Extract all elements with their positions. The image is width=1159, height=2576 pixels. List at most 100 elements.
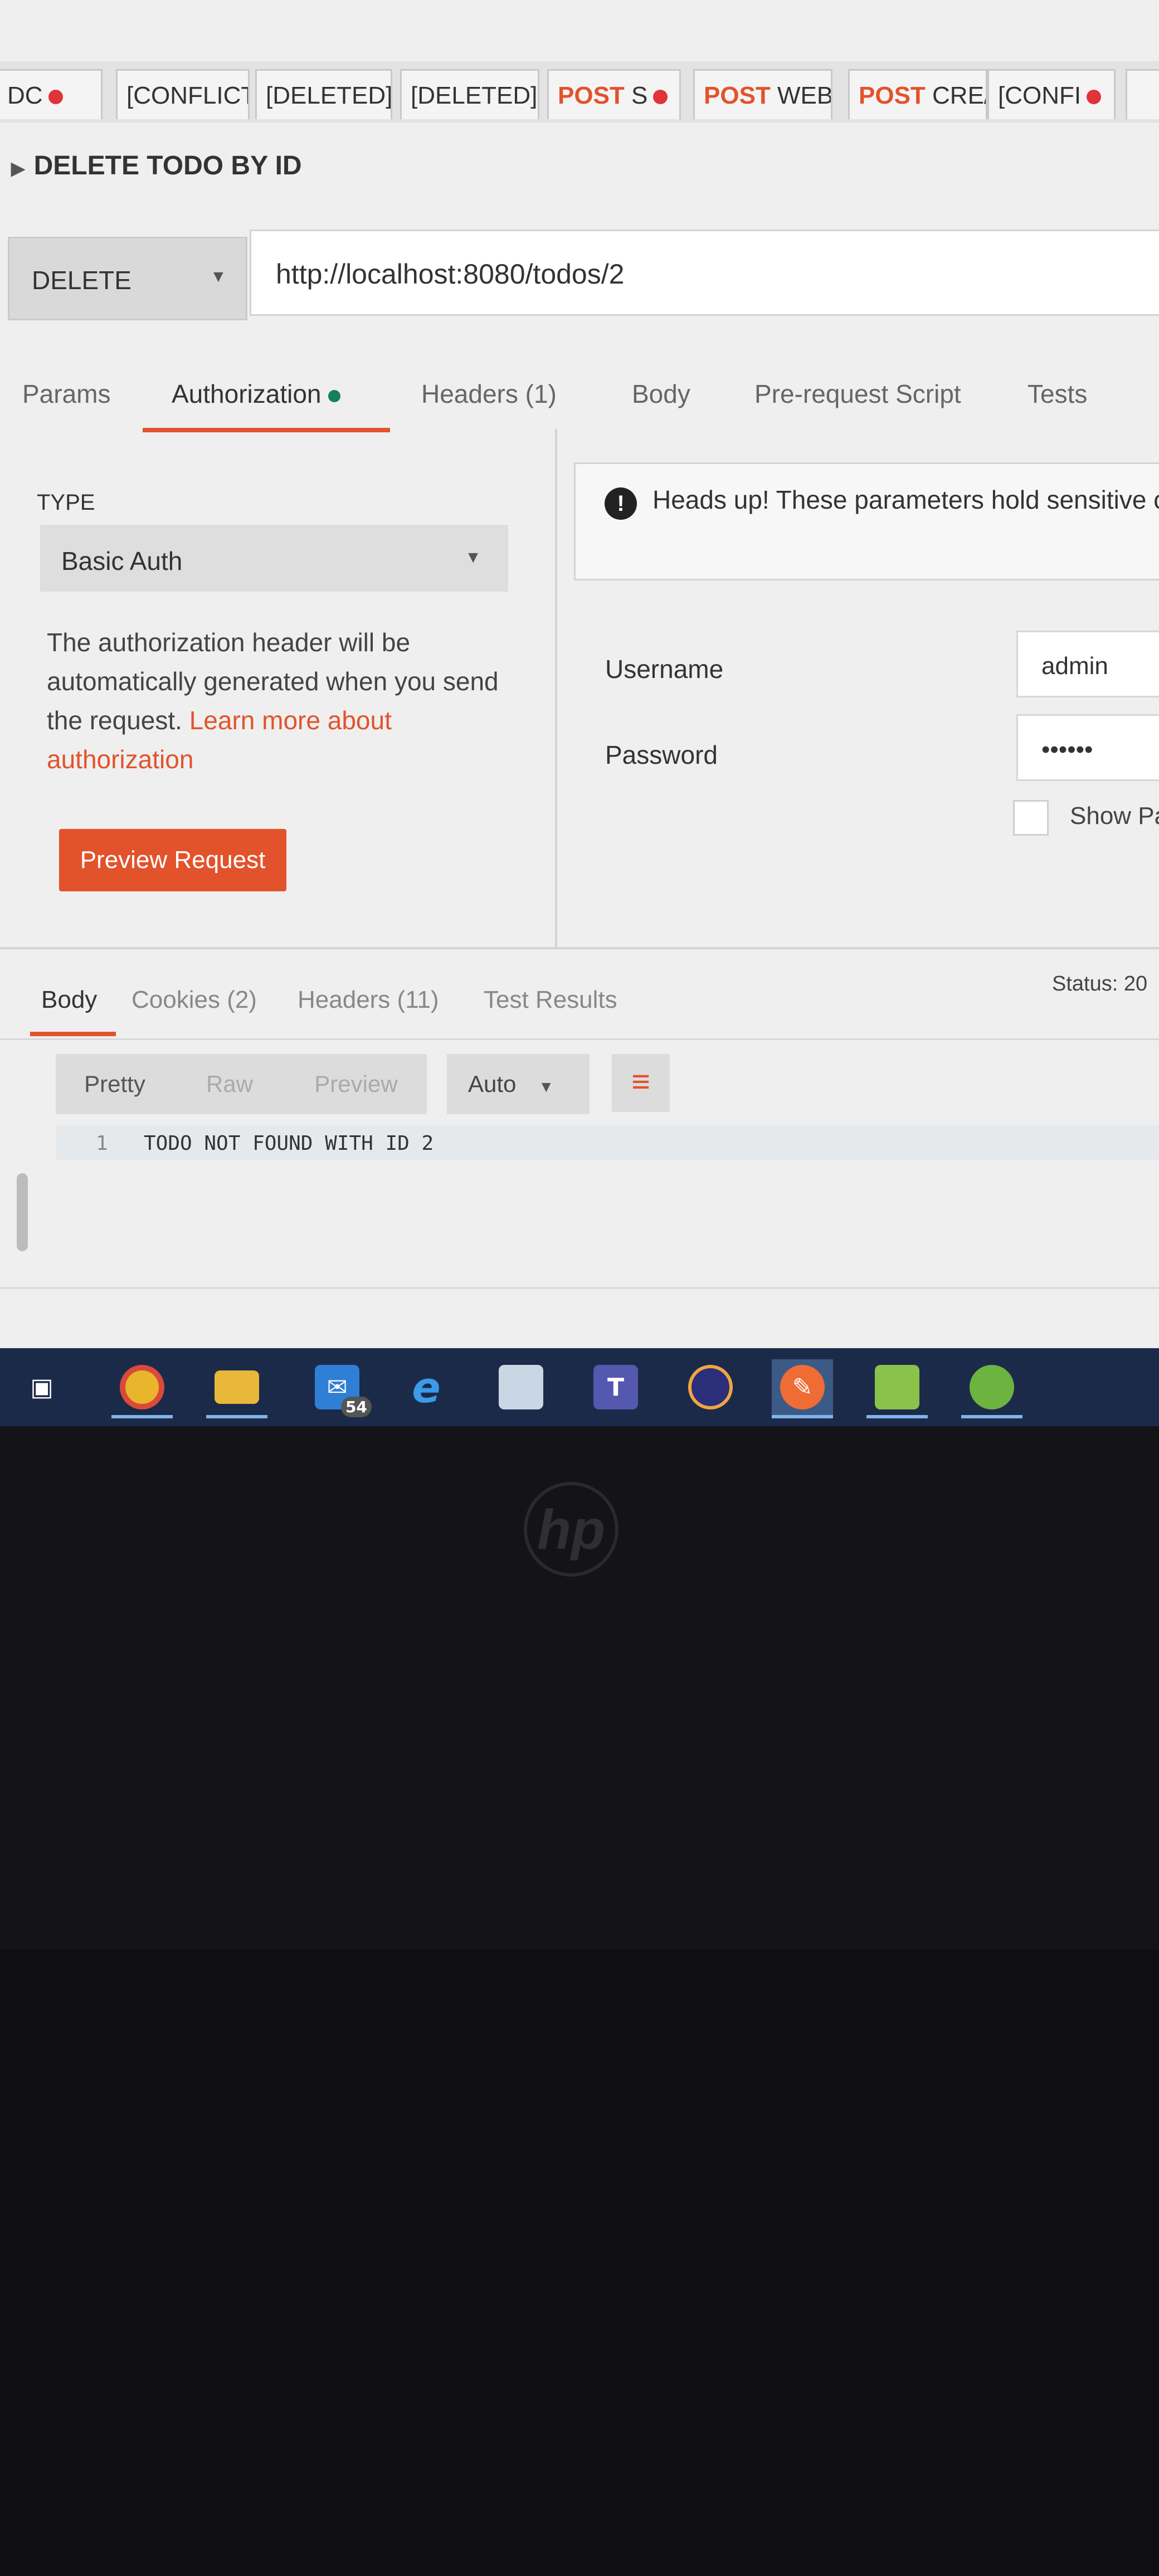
method-select[interactable]: DELETE ▼: [8, 237, 247, 320]
tab-params[interactable]: Params: [22, 379, 110, 409]
internet-explorer-icon[interactable]: e: [396, 1359, 457, 1415]
ie-glyph: e: [412, 1362, 441, 1412]
tab-method: POST: [704, 82, 771, 109]
request-tabs: Params Authorization Headers (1) Body Pr…: [0, 357, 1159, 440]
tab-label: CRE/: [932, 82, 987, 109]
keyboard-area: [0, 1950, 1159, 2576]
folder-glyph: [215, 1370, 259, 1404]
password-label: Password: [605, 740, 718, 769]
eclipse-glyph: [688, 1365, 733, 1409]
response-tab-headers[interactable]: Headers (11): [298, 986, 439, 1014]
password-input[interactable]: ••••••: [1016, 714, 1159, 781]
active-tab-indicator: [30, 1032, 116, 1036]
username-input[interactable]: admin: [1016, 631, 1159, 697]
mail-glyph: ✉ 54: [315, 1365, 372, 1417]
unsaved-dot-icon: [1087, 90, 1102, 105]
photos-icon[interactable]: [490, 1359, 552, 1415]
tab-label: [CONFLICT: [126, 82, 250, 109]
response-body-line: 1 TODO NOT FOUND WITH ID 2: [56, 1125, 1159, 1160]
tab-headers[interactable]: Headers (1): [421, 379, 557, 409]
eclipse-icon[interactable]: [680, 1359, 741, 1415]
outlook-icon[interactable]: ✉ 54: [306, 1359, 372, 1417]
request-tab[interactable]: [DELETED]: [255, 69, 392, 119]
panel-divider: [555, 429, 557, 947]
auth-type-select[interactable]: Basic Auth ▼: [40, 525, 508, 592]
auth-type-label: TYPE: [37, 490, 95, 515]
format-value: Auto: [468, 1071, 517, 1097]
url-value: http://localhost:8080/todos/2: [276, 258, 625, 290]
wrap-lines-icon[interactable]: ≡: [612, 1054, 670, 1112]
password-value: ••••••: [1041, 736, 1093, 763]
info-icon: !: [605, 487, 637, 520]
laptop-screen: DC [CONFLICT [DELETED] [DELETED] POST S …: [0, 0, 1159, 1426]
view-preview-button[interactable]: Preview: [285, 1054, 427, 1114]
request-tab[interactable]: [1126, 69, 1159, 119]
request-tab[interactable]: [CONFI: [987, 69, 1116, 119]
username-value: admin: [1041, 652, 1108, 680]
tab-method: POST: [859, 82, 926, 109]
username-label: Username: [605, 655, 724, 684]
teams-glyph: T: [593, 1365, 638, 1409]
response-body-text: TODO NOT FOUND WITH ID 2: [144, 1132, 434, 1155]
tab-body[interactable]: Body: [632, 379, 690, 409]
format-select[interactable]: Auto ▼: [447, 1054, 590, 1114]
url-input[interactable]: http://localhost:8080/todos/2: [250, 230, 1159, 316]
response-divider: [0, 1038, 1159, 1040]
request-name[interactable]: ▶ DELETE TODO BY ID: [11, 150, 302, 181]
request-tab[interactable]: [CONFLICT: [116, 69, 250, 119]
request-tab[interactable]: POST WEB: [693, 69, 832, 119]
active-tab-indicator: [143, 428, 390, 432]
chrome-icon[interactable]: [111, 1359, 173, 1418]
auth-type-value: Basic Auth: [61, 547, 183, 575]
hp-logo: hp: [524, 1482, 619, 1577]
tab-tests[interactable]: Tests: [1027, 379, 1087, 409]
tab-method: POST: [558, 82, 625, 109]
view-raw-button[interactable]: Raw: [174, 1054, 285, 1114]
chevron-down-icon: ▼: [210, 267, 227, 286]
response-status: Status: 20: [1052, 972, 1148, 996]
request-tab[interactable]: [DELETED]: [400, 69, 539, 119]
tab-authorization[interactable]: Authorization: [172, 379, 340, 409]
chevron-down-icon: ▼: [538, 1078, 554, 1095]
notice-text: Heads up! These parameters hold sensitiv…: [652, 485, 1159, 514]
teams-icon[interactable]: T: [585, 1359, 646, 1415]
chrome-glyph: [120, 1365, 164, 1409]
view-pretty-button[interactable]: Pretty: [56, 1054, 174, 1114]
notepad-icon[interactable]: [866, 1359, 928, 1418]
file-explorer-icon[interactable]: [206, 1359, 267, 1418]
postman-icon[interactable]: ✎: [772, 1359, 833, 1418]
request-name-text: DELETE TODO BY ID: [33, 151, 302, 180]
scrollbar[interactable]: [17, 1173, 28, 1251]
chevron-down-icon: ▼: [465, 548, 481, 567]
tab-label: [DELETED]: [266, 82, 392, 109]
request-tab[interactable]: POST S: [547, 69, 681, 119]
notepad-glyph: [875, 1365, 919, 1409]
show-password-checkbox[interactable]: [1013, 800, 1049, 836]
preview-request-button[interactable]: Preview Request: [59, 829, 286, 891]
unsaved-dot-icon: [653, 90, 668, 105]
panel-bottom-border: [0, 1287, 1159, 1289]
spring-glyph: [970, 1365, 1014, 1409]
postman-glyph: ✎: [780, 1365, 825, 1409]
request-tab-bar: DC [CONFLICT [DELETED] [DELETED] POST S …: [0, 61, 1159, 123]
show-password-label: Show Pa: [1070, 802, 1159, 830]
task-view-glyph: ▣: [30, 1373, 53, 1402]
tab-label: [DELETED]: [411, 82, 538, 109]
tab-label: [CONFI: [998, 82, 1082, 109]
tab-prerequest-script[interactable]: Pre-request Script: [754, 379, 961, 409]
section-divider: [0, 947, 1159, 949]
tab-authorization-label: Authorization: [172, 379, 322, 408]
response-tab-cookies[interactable]: Cookies (2): [132, 986, 257, 1014]
task-view-icon[interactable]: ▣: [11, 1359, 72, 1415]
response-tabs: Body Cookies (2) Headers (11) Test Resul…: [0, 969, 1159, 1042]
request-tab[interactable]: POST CRE/: [848, 69, 987, 119]
spring-tool-suite-icon[interactable]: [961, 1359, 1022, 1418]
unsaved-dot-icon: [48, 90, 63, 105]
active-dot-icon: [328, 389, 340, 402]
request-tab[interactable]: DC: [0, 69, 103, 119]
response-tab-test-results[interactable]: Test Results: [484, 986, 617, 1014]
method-value: DELETE: [32, 266, 132, 295]
taskbar: ▣ ✉ 54 e T ✎: [0, 1348, 1159, 1426]
auth-description: The authorization header will be automat…: [47, 623, 537, 779]
response-tab-body[interactable]: Body: [41, 986, 97, 1014]
